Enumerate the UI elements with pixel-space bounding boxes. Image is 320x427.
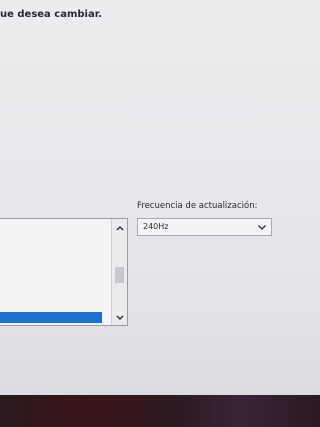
settings-window: ue desea cambiar. Frecuencia de actualiz… — [0, 0, 320, 395]
instruction-text: ue desea cambiar. — [0, 9, 103, 20]
chevron-up-icon — [116, 226, 123, 231]
refresh-rate-dropdown[interactable]: 240Hz — [137, 218, 272, 236]
chevron-down-icon — [258, 225, 266, 230]
resolution-listbox[interactable] — [0, 218, 128, 326]
scroll-up-button[interactable] — [112, 221, 127, 235]
refresh-rate-value: 240Hz — [143, 222, 169, 231]
chevron-down-icon — [116, 315, 123, 320]
listbox-scrollbar[interactable] — [111, 219, 127, 325]
list-item-selected[interactable] — [0, 312, 102, 323]
scroll-down-button[interactable] — [112, 311, 127, 325]
scroll-thumb[interactable] — [115, 267, 124, 283]
refresh-rate-label: Frecuencia de actualización: — [137, 201, 258, 211]
monitor-bezel — [0, 395, 320, 427]
